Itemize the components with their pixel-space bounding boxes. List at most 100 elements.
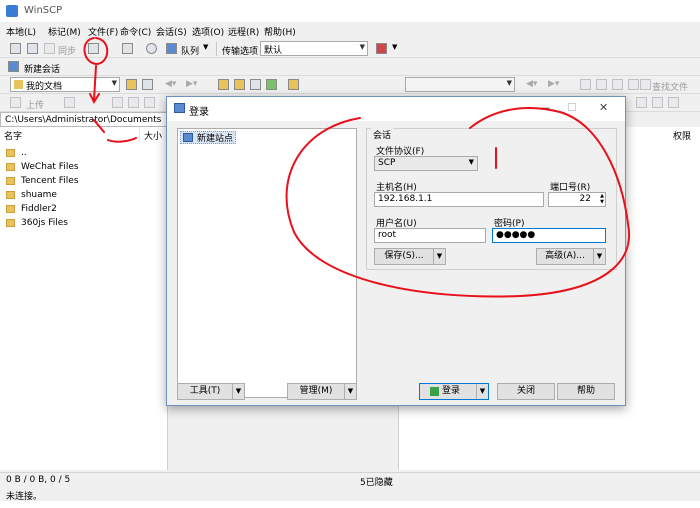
new-session-icon[interactable]: [8, 61, 19, 72]
manage-button[interactable]: 管理(M) ▼: [287, 383, 357, 400]
protocol-select[interactable]: SCP ▼: [374, 156, 478, 171]
menu-mark[interactable]: 标记(M): [48, 25, 81, 38]
search-icon[interactable]: [640, 79, 651, 90]
menu-session[interactable]: 会话(S): [156, 25, 187, 38]
login-icon: [174, 103, 185, 113]
computer-icon: [183, 133, 193, 142]
session-group-label: 会话: [371, 128, 394, 141]
column-header-permissions[interactable]: 权限: [669, 127, 700, 142]
remote-parent-icon[interactable]: [580, 79, 591, 90]
queue-icon[interactable]: [166, 43, 177, 54]
upload-button[interactable]: 上传: [26, 98, 44, 111]
forward-icon[interactable]: ▶▾: [186, 79, 197, 89]
list-item[interactable]: WeChat Files: [6, 160, 79, 173]
spin-icon[interactable]: ▲ ▼: [600, 193, 604, 205]
upload-icon[interactable]: [10, 97, 21, 108]
chevron-down-icon: ▼: [468, 158, 474, 166]
chevron-down-icon[interactable]: ▼: [203, 43, 208, 51]
login-button[interactable]: 登录 ▼: [419, 383, 489, 400]
local-drive-select[interactable]: 我的文档 ▼: [10, 77, 120, 92]
menu-help[interactable]: 帮助(H): [264, 25, 296, 38]
filter-icon[interactable]: [142, 79, 153, 90]
host-input[interactable]: 192.168.1.1: [374, 192, 544, 207]
password-input[interactable]: ●●●●●: [492, 228, 606, 243]
minimize-icon[interactable]: —: [539, 101, 550, 114]
properties-icon[interactable]: [128, 97, 139, 108]
window-title: WinSCP: [24, 5, 63, 16]
add-icon[interactable]: [10, 43, 21, 54]
local-nav-toolbar: 我的文档 ▼ ◀▾ ▶▾ ▼ ◀▾ ▶▾ 查找文件: [0, 76, 700, 94]
console-icon[interactable]: [88, 43, 99, 54]
login-arrow-icon: [430, 387, 439, 396]
tree-item-new-site[interactable]: 新建站点: [180, 131, 237, 144]
menu-file[interactable]: 文件(F): [88, 25, 118, 38]
gear-icon[interactable]: [146, 43, 157, 54]
edit-icon[interactable]: [64, 97, 75, 108]
port-stepper[interactable]: 22 ▲ ▼: [548, 192, 606, 207]
close-button[interactable]: 关闭: [497, 383, 555, 400]
list-item[interactable]: 360js Files: [6, 216, 68, 229]
toolbar-divider: [216, 42, 217, 56]
list-item[interactable]: shuame: [6, 188, 57, 201]
home-icon[interactable]: [250, 79, 261, 90]
remote-forward-icon[interactable]: ▶▾: [548, 79, 559, 89]
tools-button[interactable]: 工具(T) ▼: [177, 383, 245, 400]
login-dialog: 登录 — ☐ ✕ 新建站点 会话 文件协议(F) SCP ▼ 主机名(H) 192…: [166, 96, 626, 406]
site-tree[interactable]: 新建站点: [177, 128, 357, 398]
folder-icon: [14, 80, 23, 89]
remote-props-icon[interactable]: [652, 97, 663, 108]
parent-dir-icon[interactable]: [218, 79, 229, 90]
remote-home-icon[interactable]: [612, 79, 623, 90]
connection-status-bar: 未连接。: [0, 487, 700, 502]
back-icon[interactable]: ◀▾: [165, 79, 176, 89]
remote-new-icon[interactable]: [636, 97, 647, 108]
find-files-button[interactable]: 查找文件: [652, 80, 688, 93]
transfer-settings-icon[interactable]: [376, 43, 387, 54]
bottom-strip: [0, 501, 700, 508]
delete-icon[interactable]: [112, 97, 123, 108]
username-input[interactable]: root: [374, 228, 486, 243]
chevron-down-icon[interactable]: ▼: [392, 43, 397, 51]
new-session-button[interactable]: 新建会话: [24, 62, 60, 75]
compare-icon[interactable]: [27, 43, 38, 54]
queue-label[interactable]: 队列: [181, 44, 199, 57]
folder-icon: [6, 176, 15, 185]
list-item[interactable]: Fiddler2: [6, 202, 57, 215]
status-bar: 0 B / 0 B, 0 / 5 5已隐藏: [0, 472, 700, 488]
list-item[interactable]: ..: [6, 146, 27, 159]
help-button[interactable]: 帮助: [557, 383, 615, 400]
bookmark-icon[interactable]: [288, 79, 299, 90]
putty-icon[interactable]: [122, 43, 133, 54]
menu-remote[interactable]: 远程(R): [228, 25, 259, 38]
transfer-stats: 0 B / 0 B, 0 / 5: [6, 475, 71, 485]
root-dir-icon[interactable]: [234, 79, 245, 90]
folder-icon: [6, 162, 15, 171]
remote-drive-select[interactable]: ▼: [405, 77, 515, 92]
dialog-title: 登录: [189, 107, 209, 118]
rename-icon[interactable]: [144, 97, 155, 108]
save-button[interactable]: 保存(S)... ▼: [374, 248, 446, 265]
close-icon[interactable]: ✕: [599, 101, 608, 114]
sync-label: 同步: [58, 47, 77, 57]
column-header-size[interactable]: 大小: [140, 127, 168, 142]
main-toolbar: 同步 队列 ▼ 传输选项 默认 ▼ ▼: [0, 40, 700, 58]
transfer-options-select[interactable]: 默认 ▼: [260, 41, 368, 56]
open-folder-icon[interactable]: [126, 79, 137, 90]
maximize-icon[interactable]: ☐: [567, 101, 577, 114]
column-header-name[interactable]: 名字: [0, 127, 140, 142]
sync-icon[interactable]: [44, 43, 55, 54]
folder-icon: [6, 190, 15, 199]
refresh-icon[interactable]: [266, 79, 277, 90]
menu-commands[interactable]: 命令(C): [120, 25, 151, 38]
remote-more-icon[interactable]: [668, 97, 679, 108]
menu-options[interactable]: 选项(O): [192, 25, 224, 38]
winscp-logo-icon: [6, 5, 18, 17]
remote-back-icon[interactable]: ◀▾: [526, 79, 537, 89]
advanced-button[interactable]: 高级(A)... ▼: [536, 248, 606, 265]
remote-refresh-icon[interactable]: [628, 79, 639, 90]
local-file-panel[interactable]: 名字 大小 .. WeChat Files Tencent Files shua…: [0, 127, 168, 470]
list-item[interactable]: Tencent Files: [6, 174, 79, 187]
session-toolbar: 新建会话: [0, 58, 700, 76]
remote-root-icon[interactable]: [596, 79, 607, 90]
menu-local[interactable]: 本地(L): [6, 25, 36, 38]
